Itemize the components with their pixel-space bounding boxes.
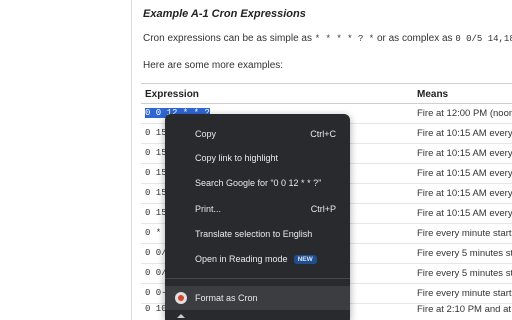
more-examples-text: Here are some more examples: <box>143 60 284 71</box>
reading-mode-text: Open in Reading mode <box>195 254 288 264</box>
chevron-up-icon <box>177 314 185 318</box>
row-means: Fire at 10:15 AM every da <box>417 208 512 219</box>
menu-item-copy-link[interactable]: Copy link to highlight <box>165 146 350 170</box>
menu-label-format-cron: Format as Cron <box>195 293 258 303</box>
menu-item-translate[interactable]: Translate selection to English <box>165 222 350 246</box>
menu-label-reading-mode: Open in Reading mode NEW <box>195 254 317 264</box>
menu-separator <box>165 278 350 279</box>
row-means: Fire at 12:00 PM (noon) e <box>417 108 512 119</box>
row-expression: 0 15 <box>145 188 167 198</box>
row-means: Fire at 10:15 AM every da <box>417 128 512 139</box>
row-expression: 0 15 <box>145 128 167 138</box>
row-means: Fire every minute starting <box>417 228 512 239</box>
row-means: Fire at 10:15 AM every da <box>417 188 512 199</box>
row-means: Fire at 2:10 PM and at 2:4 <box>417 304 512 315</box>
row-expression: 0 15 <box>145 148 167 158</box>
shortcut-copy: Ctrl+C <box>310 129 336 139</box>
browser-page: Example A-1 Cron Expressions Cron expres… <box>0 0 512 320</box>
new-badge: NEW <box>293 255 317 264</box>
menu-item-search-google[interactable]: Search Google for “0 0 12 * * ?” <box>165 171 350 195</box>
menu-item-format-cron[interactable]: Format as Cron <box>165 286 350 310</box>
intro-prefix: Cron expressions can be as simple as <box>143 33 315 44</box>
menu-item-print[interactable]: Print... Ctrl+P <box>165 197 350 221</box>
intro-complex-code: 0 0/5 14,18,3-39,52 ? JAN,M <box>455 34 512 44</box>
menu-label-print: Print... <box>195 204 222 214</box>
row-means: Fire at 10:15 AM every da <box>417 148 512 159</box>
row-means: Fire every minute starting <box>417 288 512 299</box>
row-expression: 0 15 <box>145 168 167 178</box>
row-expression: 0 15 <box>145 208 167 218</box>
menu-label-translate: Translate selection to English <box>195 229 313 239</box>
content-left-border <box>131 0 132 320</box>
row-means: Fire every 5 minutes start <box>417 268 512 279</box>
cron-extension-icon <box>175 292 187 304</box>
menu-item-reading-mode[interactable]: Open in Reading mode NEW <box>165 247 350 271</box>
row-means: Fire every 5 minutes start <box>417 248 512 259</box>
table-top-border <box>141 83 512 84</box>
section-title: Example A-1 Cron Expressions <box>143 8 306 20</box>
menu-item-copy[interactable]: Copy Ctrl+C <box>165 122 350 146</box>
row-means: Fire at 10:15 AM every da <box>417 168 512 179</box>
intro-text: Cron expressions can be as simple as * *… <box>143 33 512 44</box>
shortcut-print: Ctrl+P <box>310 204 336 214</box>
context-menu: Copy Ctrl+C Copy link to highlight Searc… <box>165 114 350 320</box>
intro-mid: or as complex as <box>374 33 456 44</box>
menu-label-search-google: Search Google for “0 0 12 * * ?” <box>195 178 322 188</box>
menu-label-copy: Copy <box>195 129 217 139</box>
intro-simple-code: * * * * ? * <box>314 34 375 44</box>
header-expression: Expression <box>145 89 199 100</box>
menu-label-copy-link: Copy link to highlight <box>195 153 279 163</box>
header-means: Means <box>417 89 449 100</box>
